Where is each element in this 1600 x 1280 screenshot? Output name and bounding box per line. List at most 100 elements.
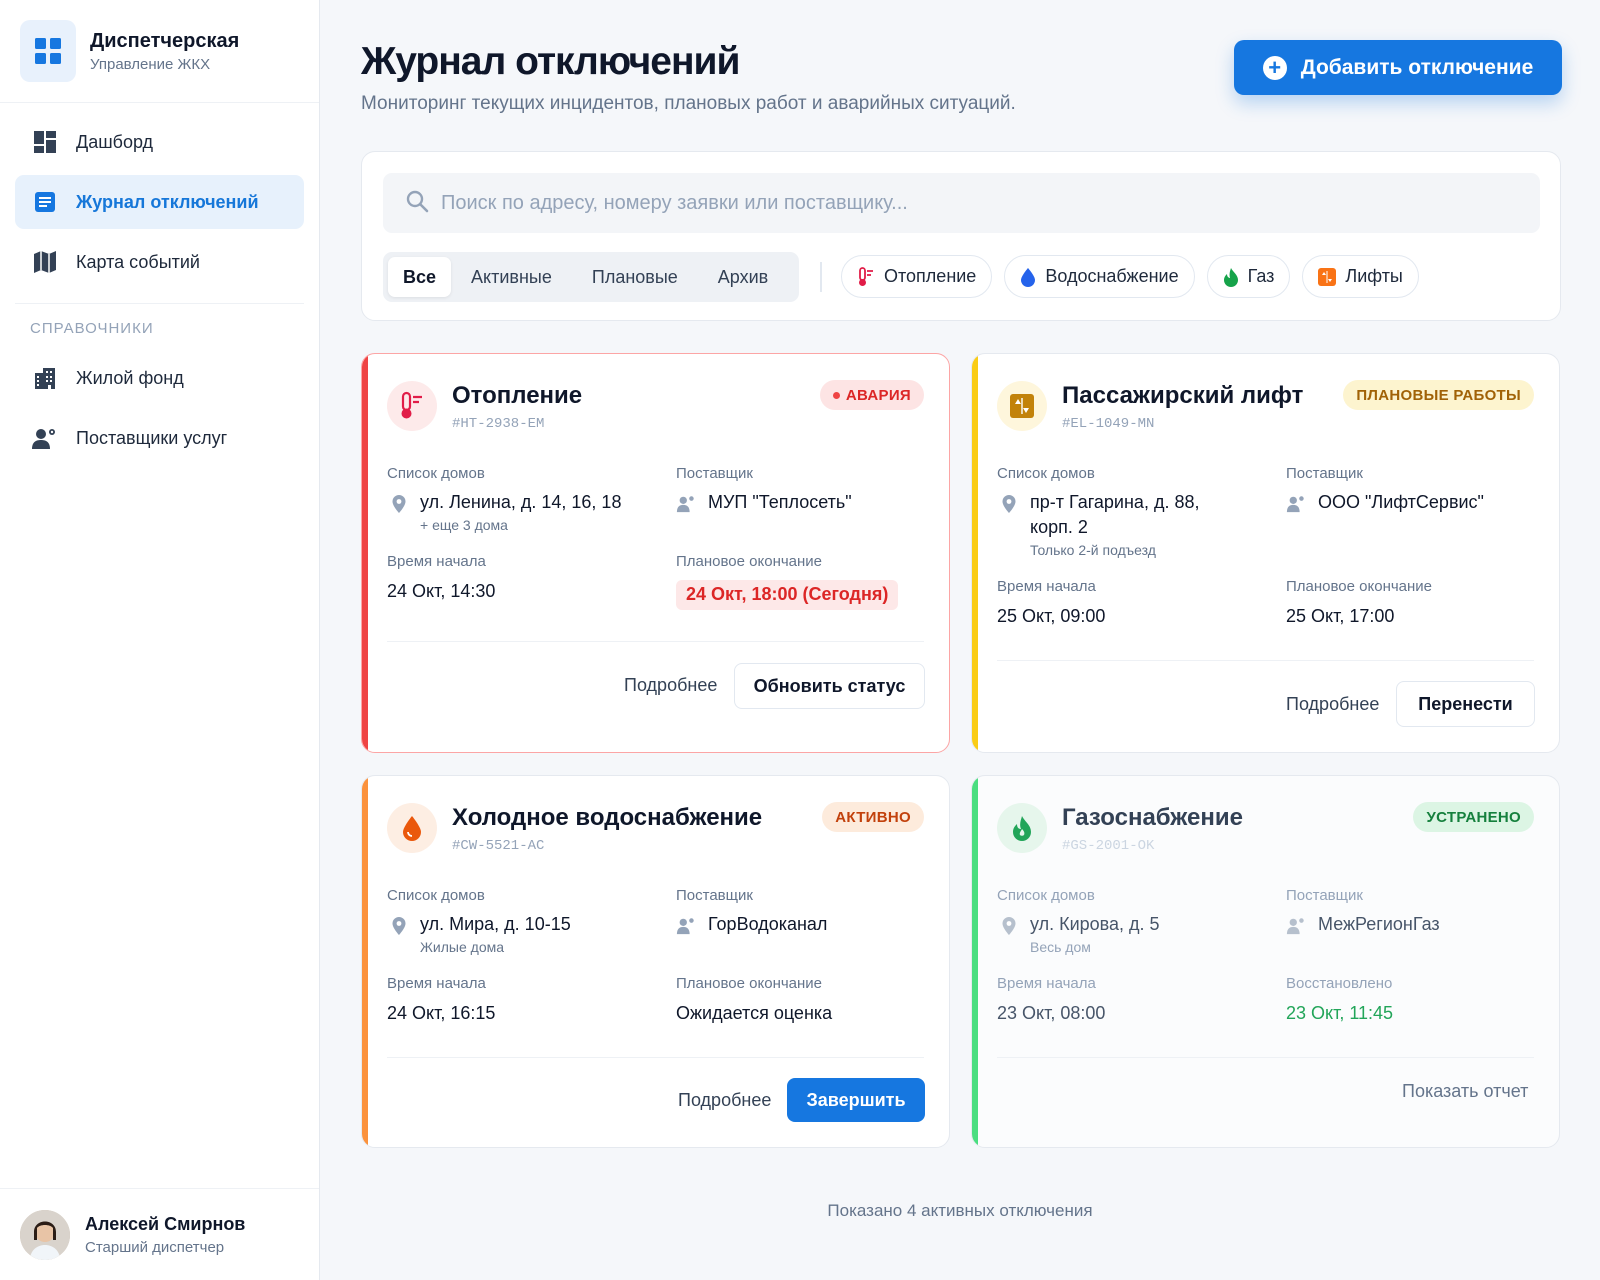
card-divider [997, 660, 1534, 661]
reschedule-button[interactable]: Перенести [1396, 681, 1535, 727]
details-link[interactable]: Подробнее [624, 675, 717, 696]
brand: Диспетчерская Управление ЖКХ [0, 0, 319, 103]
avatar [20, 1209, 70, 1260]
filter-divider [820, 262, 822, 292]
end-label: Плановое окончание [1286, 578, 1433, 595]
details-link[interactable]: Подробнее [1286, 694, 1379, 715]
filter-label: Газ [1247, 266, 1275, 286]
address: ул. Мира, д. 10-15 [420, 914, 571, 934]
location-pin-icon [1002, 917, 1016, 935]
end-time: Ожидается оценка [676, 1003, 833, 1023]
elevator-icon [997, 381, 1047, 431]
details-link[interactable]: Подробнее [678, 1090, 771, 1111]
main-nav: Дашборд Журнал отключений Карта событий … [0, 103, 319, 471]
tab-all[interactable]: Все [388, 257, 452, 297]
address: ул. Кирова, д. 5 [1030, 914, 1160, 934]
thermometer-icon [857, 266, 875, 287]
restored-time: 23 Окт, 11:45 [1286, 1003, 1394, 1023]
tab-planned[interactable]: Плановые [572, 257, 698, 297]
location-pin-icon [392, 917, 406, 935]
outage-card-heating[interactable]: Отопление #HT-2938-EM АВАРИЯ Список домо… [361, 353, 950, 753]
outage-card-elevator[interactable]: Пассажирский лифт #EL-1049-MN ПЛАНОВЫЕ Р… [971, 353, 1560, 753]
nav-item-map[interactable]: Карта событий [15, 235, 304, 289]
add-outage-button[interactable]: + Добавить отключение [1234, 40, 1562, 95]
supplier-name: ГорВодоканал [708, 914, 828, 934]
address-note: Жилые дома [420, 939, 505, 955]
status-badge: УСТРАНЕНО [1413, 802, 1534, 832]
outage-card-water[interactable]: Холодное водоснабжение #CW-5521-AC АКТИВ… [361, 775, 950, 1148]
card-title: Отопление [452, 382, 583, 409]
main-content: Журнал отключений Мониторинг текущих инц… [320, 0, 1600, 1280]
status-badge: АВАРИЯ [819, 380, 924, 410]
search-input[interactable] [441, 191, 1521, 215]
supplier-icon [676, 918, 694, 935]
building-icon [30, 363, 60, 393]
address-note: Весь дом [1030, 939, 1091, 955]
elevator-icon [1318, 267, 1337, 286]
outage-card-gas[interactable]: Газоснабжение #GS-2001-OK УСТРАНЕНО Спис… [971, 775, 1560, 1148]
location-pin-icon [1002, 495, 1016, 513]
card-title: Газоснабжение [1062, 804, 1243, 831]
sidebar: Диспетчерская Управление ЖКХ Дашборд Жур… [0, 0, 320, 1280]
type-filters: Отопление Водоснабжение Газ Лифты [841, 255, 1419, 298]
complete-button[interactable]: Завершить [787, 1078, 925, 1122]
page-title: Журнал отключений [361, 40, 740, 83]
start-time: 25 Окт, 09:00 [997, 606, 1106, 626]
supplier-icon [1286, 918, 1304, 935]
user-name: Алексей Смирнов [85, 1213, 246, 1234]
start-label: Время начала [387, 553, 486, 570]
filter-panel: Все Активные Плановые Архив Отопление Во… [361, 151, 1561, 321]
card-title: Пассажирский лифт [1062, 382, 1304, 409]
suppliers-icon [30, 423, 60, 453]
start-time: 24 Окт, 14:30 [387, 581, 496, 601]
address-line2: корп. 2 [1030, 517, 1088, 537]
flame-icon [997, 803, 1047, 853]
status-tabs: Все Активные Плановые Архив [383, 252, 799, 302]
start-label: Время начала [997, 578, 1096, 595]
end-label: Плановое окончание [676, 553, 823, 570]
page-subtitle: Мониторинг текущих инцидентов, плановых … [361, 93, 1016, 114]
filter-elevators[interactable]: Лифты [1302, 255, 1419, 298]
nav-divider [15, 303, 304, 304]
status-bar [972, 776, 978, 1147]
filter-water[interactable]: Водоснабжение [1004, 255, 1195, 298]
nav-item-label: Журнал отключений [76, 191, 259, 212]
show-report-link[interactable]: Показать отчет [1402, 1081, 1528, 1102]
user-profile[interactable]: Алексей Смирнов Старший диспетчер [0, 1188, 319, 1280]
start-time: 24 Окт, 16:15 [387, 1003, 496, 1023]
filter-gas[interactable]: Газ [1206, 255, 1291, 298]
nav-item-journal[interactable]: Журнал отключений [15, 175, 304, 229]
search-bar[interactable] [383, 173, 1540, 233]
start-label: Время начала [997, 975, 1096, 992]
status-bar [972, 354, 978, 752]
nav-item-housing[interactable]: Жилой фонд [15, 351, 304, 405]
brand-subtitle: Управление ЖКХ [90, 55, 211, 73]
supplier-label: Поставщик [676, 465, 753, 482]
filter-heating[interactable]: Отопление [841, 255, 993, 298]
nav-item-dashboard[interactable]: Дашборд [15, 115, 304, 169]
supplier-name: ООО "ЛифтСервис" [1318, 492, 1484, 512]
update-status-button[interactable]: Обновить статус [734, 663, 925, 709]
address-note: Только 2-й подъезд [1030, 542, 1156, 558]
restored-label: Восстановлено [1286, 975, 1393, 992]
supplier-label: Поставщик [1286, 465, 1363, 482]
tab-archive[interactable]: Архив [698, 257, 788, 297]
card-title: Холодное водоснабжение [452, 804, 763, 831]
status-badge: АКТИВНО [822, 802, 924, 832]
nav-item-suppliers[interactable]: Поставщики услуг [15, 411, 304, 465]
end-time-highlight: 24 Окт, 18:00 (Сегодня) [676, 580, 899, 610]
card-divider [387, 1057, 924, 1058]
supplier-name: МУП "Теплосеть" [708, 492, 852, 512]
user-role: Старший диспетчер [85, 1238, 225, 1256]
nav-section-title: СПРАВОЧНИКИ [30, 320, 154, 337]
brand-logo-icon [20, 20, 76, 82]
tab-active[interactable]: Активные [451, 257, 572, 297]
supplier-label: Поставщик [676, 887, 753, 904]
houses-label: Список домов [997, 887, 1095, 904]
filter-label: Отопление [884, 266, 977, 286]
address-line1: пр-т Гагарина, д. 88, [1030, 492, 1200, 512]
search-icon [405, 189, 429, 218]
filter-label: Лифты [1345, 266, 1403, 286]
water-drop-icon [1020, 267, 1036, 287]
supplier-icon [676, 496, 694, 513]
